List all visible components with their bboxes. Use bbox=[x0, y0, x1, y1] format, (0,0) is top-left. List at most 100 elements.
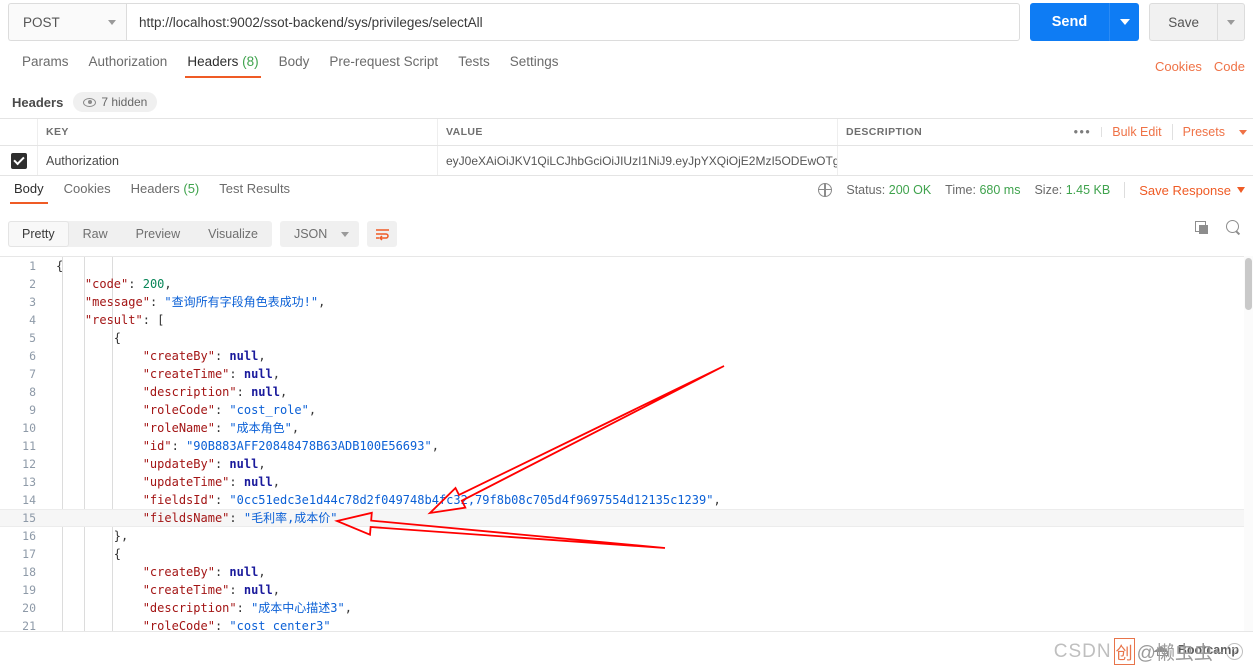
tab-params[interactable]: Params bbox=[12, 50, 79, 78]
save-response-button[interactable]: Save Response bbox=[1139, 183, 1245, 198]
request-url-input[interactable]: http://localhost:9002/ssot-backend/sys/p… bbox=[126, 3, 1020, 41]
tab-tests[interactable]: Tests bbox=[448, 50, 500, 78]
code-line-text: { bbox=[56, 259, 64, 273]
tab-settings[interactable]: Settings bbox=[500, 50, 569, 78]
tab-label: Headers bbox=[187, 54, 239, 69]
tab-headers[interactable]: Headers (8) bbox=[177, 50, 268, 78]
code-line: 1{ bbox=[0, 257, 1253, 275]
code-line-text: "description": "成本中心描述3", bbox=[142, 601, 352, 615]
line-number: 21 bbox=[22, 619, 36, 631]
code-line-text: "createBy": null, bbox=[142, 565, 266, 579]
row-value[interactable]: eyJ0eXAiOiJKV1QiLCJhbGciOiJIUzI1NiJ9.eyJ… bbox=[438, 146, 838, 175]
link-code[interactable]: Code bbox=[1214, 59, 1245, 74]
size-value: 1.45 KB bbox=[1065, 183, 1111, 197]
code-line: 20 "description": "成本中心描述3", bbox=[0, 599, 1253, 617]
response-body-icons bbox=[1195, 220, 1241, 235]
line-number: 10 bbox=[22, 421, 36, 435]
link-cookies[interactable]: Cookies bbox=[1155, 59, 1202, 74]
tab-pre-request-script[interactable]: Pre-request Script bbox=[319, 50, 448, 78]
save-options-button[interactable] bbox=[1217, 3, 1245, 41]
code-line: 5 { bbox=[0, 329, 1253, 347]
code-line: 12 "updateBy": null, bbox=[0, 455, 1253, 473]
tab-authorization[interactable]: Authorization bbox=[79, 50, 178, 78]
http-method-select[interactable]: POST bbox=[8, 3, 126, 41]
code-line-text: "updateTime": null, bbox=[142, 475, 280, 489]
code-line: 3 "message": "查询所有字段角色表成功!", bbox=[0, 293, 1253, 311]
line-number: 19 bbox=[22, 583, 36, 597]
code-line-text: "message": "查询所有字段角色表成功!", bbox=[84, 295, 326, 309]
code-scrollbar[interactable] bbox=[1244, 256, 1253, 631]
wrap-lines-button[interactable] bbox=[367, 221, 398, 247]
status-badge: Status: 200 OK bbox=[846, 183, 932, 197]
bottom-status-bar: Bootcamp bbox=[0, 631, 1253, 667]
format-value: JSON bbox=[293, 227, 328, 241]
send-options-button[interactable] bbox=[1109, 3, 1140, 41]
presets-button[interactable]: Presets bbox=[1173, 125, 1235, 139]
size-badge: Size: 1.45 KB bbox=[1034, 183, 1111, 197]
tab-body[interactable]: Body bbox=[269, 50, 320, 78]
line-number: 11 bbox=[22, 439, 36, 453]
code-line: 16 }, bbox=[0, 527, 1253, 545]
tab-count: (8) bbox=[238, 54, 259, 69]
code-line-text: { bbox=[113, 547, 122, 561]
response-tab-count: (5) bbox=[179, 181, 200, 196]
more-options-icon[interactable]: ••• bbox=[1064, 126, 1103, 138]
headers-section-title: Headers bbox=[12, 94, 64, 110]
row-checkbox-cell bbox=[0, 146, 38, 175]
response-tab-cookies[interactable]: Cookies bbox=[54, 180, 121, 204]
code-line-text: "roleName": "成本角色", bbox=[142, 421, 300, 435]
row-checkbox[interactable] bbox=[10, 152, 27, 169]
view-preview[interactable]: Preview bbox=[122, 221, 194, 247]
copy-icon[interactable] bbox=[1195, 221, 1208, 234]
search-icon[interactable] bbox=[1226, 220, 1241, 235]
chevron-down-icon bbox=[341, 231, 350, 237]
format-select[interactable]: JSON bbox=[279, 221, 360, 247]
code-line-text: "result": [ bbox=[84, 313, 165, 327]
view-mode-segment: Pretty Raw Preview Visualize bbox=[8, 221, 272, 247]
code-line: 19 "createTime": null, bbox=[0, 581, 1253, 599]
line-number: 12 bbox=[22, 457, 36, 471]
code-line: 9 "roleCode": "cost_role", bbox=[0, 401, 1253, 419]
hidden-headers-toggle[interactable]: 7 hidden bbox=[73, 92, 158, 112]
code-line: 8 "description": null, bbox=[0, 383, 1253, 401]
code-scrollbar-thumb[interactable] bbox=[1245, 258, 1252, 310]
send-button-group: Send Save bbox=[1029, 3, 1245, 41]
table-row[interactable]: Authorization eyJ0eXAiOiJKV1QiLCJhbGciOi… bbox=[0, 146, 1253, 176]
tab-label: Authorization bbox=[88, 54, 168, 69]
code-line: 17 { bbox=[0, 545, 1253, 563]
response-body-toolbar: Pretty Raw Preview Visualize JSON bbox=[0, 214, 1253, 254]
row-key[interactable]: Authorization bbox=[38, 146, 438, 175]
line-number: 5 bbox=[29, 331, 36, 345]
view-pretty[interactable]: Pretty bbox=[8, 221, 69, 247]
response-tab-body[interactable]: Body bbox=[4, 180, 54, 204]
response-tab-test-results[interactable]: Test Results bbox=[209, 180, 300, 204]
hidden-headers-label: 7 hidden bbox=[101, 95, 148, 109]
line-number: 13 bbox=[22, 475, 36, 489]
line-number: 15 bbox=[22, 511, 36, 525]
line-number: 14 bbox=[22, 493, 36, 507]
response-tab-headers[interactable]: Headers (5) bbox=[121, 180, 210, 204]
headers-table-actions: ••• Bulk Edit Presets bbox=[1064, 118, 1247, 146]
code-line-text: "description": null, bbox=[142, 385, 288, 399]
view-visualize[interactable]: Visualize bbox=[194, 221, 272, 247]
code-line-text: "createBy": null, bbox=[142, 349, 266, 363]
tab-label: Body bbox=[278, 54, 310, 69]
response-tab-label: Body bbox=[14, 181, 44, 196]
response-tab-label: Test Results bbox=[219, 181, 291, 196]
response-body-code[interactable]: 1{2 "code": 200, 3 "message": "查询所有字段角色表成… bbox=[0, 256, 1253, 631]
eye-icon bbox=[83, 97, 97, 107]
request-url-bar: POST http://localhost:9002/ssot-backend/… bbox=[0, 0, 1253, 44]
bootcamp-label[interactable]: Bootcamp bbox=[1178, 643, 1239, 657]
code-lines: 1{2 "code": 200, 3 "message": "查询所有字段角色表成… bbox=[0, 257, 1253, 631]
send-button[interactable]: Send bbox=[1029, 3, 1110, 41]
time-value: 680 ms bbox=[979, 183, 1021, 197]
save-button[interactable]: Save bbox=[1149, 3, 1217, 41]
headers-subbar: Headers 7 hidden bbox=[0, 88, 1253, 116]
row-description[interactable] bbox=[838, 146, 1253, 175]
bulk-edit-button[interactable]: Bulk Edit bbox=[1102, 125, 1171, 139]
chevron-down-icon bbox=[1239, 129, 1247, 135]
view-raw[interactable]: Raw bbox=[69, 221, 122, 247]
code-line-text: }, bbox=[113, 529, 129, 543]
code-line: 10 "roleName": "成本角色", bbox=[0, 419, 1253, 437]
line-number: 16 bbox=[22, 529, 36, 543]
